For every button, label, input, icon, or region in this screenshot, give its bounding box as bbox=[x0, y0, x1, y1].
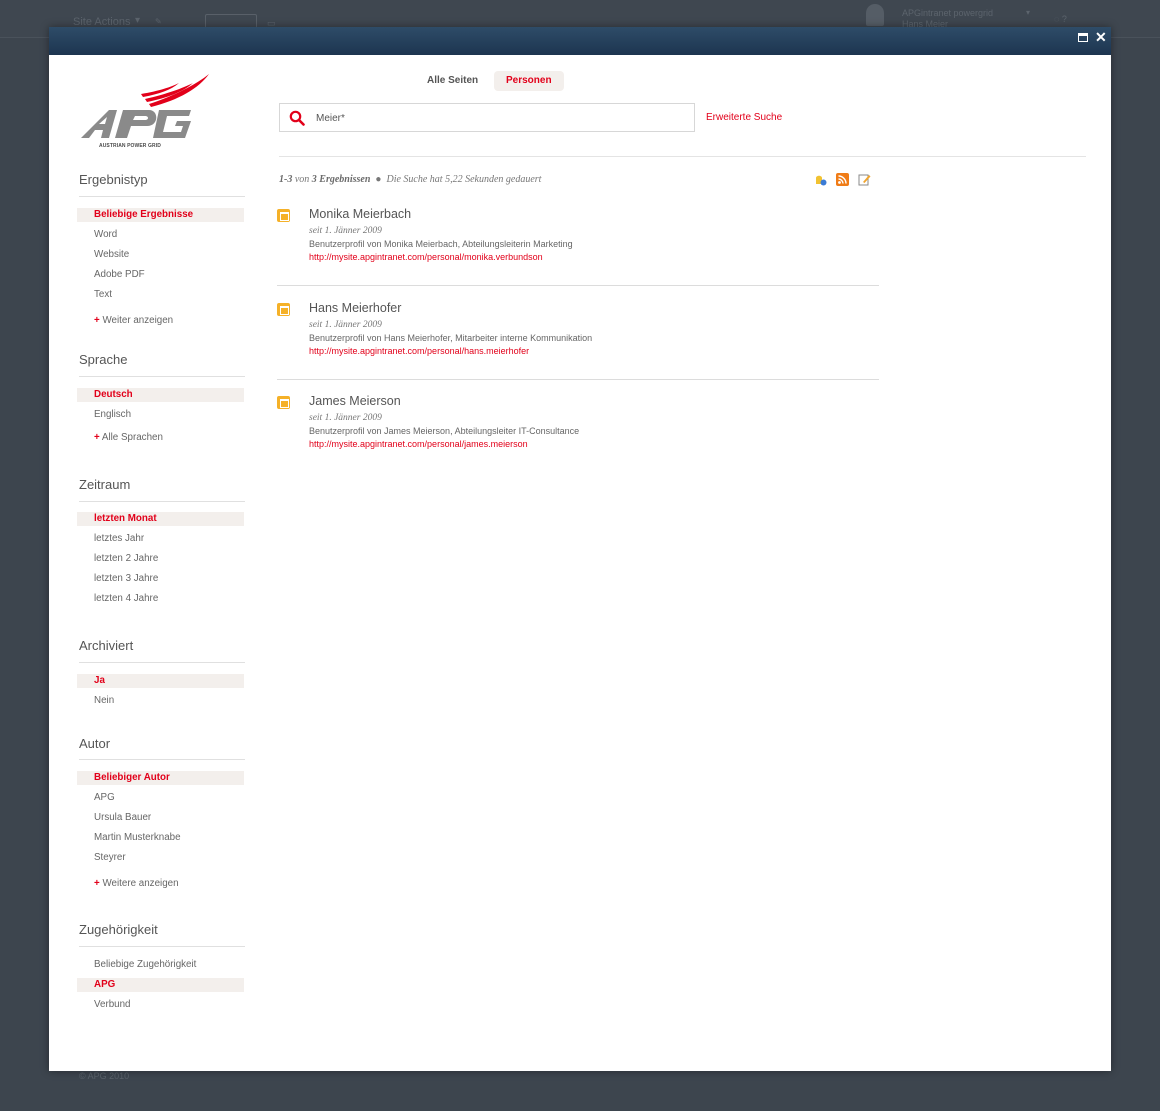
results-summary: 1-3 von 3 Ergebnissen ● Die Suche hat 5,… bbox=[279, 174, 541, 185]
result-url[interactable]: http://mysite.apgintranet.com/personal/h… bbox=[309, 346, 529, 356]
avatar bbox=[866, 4, 884, 26]
filter-item[interactable]: Deutsch bbox=[77, 388, 244, 402]
maximize-icon[interactable] bbox=[1078, 33, 1088, 42]
filter-item[interactable]: Adobe PDF bbox=[77, 268, 244, 282]
edit-icon: ✎ bbox=[155, 17, 162, 26]
divider bbox=[79, 662, 245, 663]
search-duration: Die Suche hat 5,22 Sekunden gedauert bbox=[386, 174, 542, 185]
show-more-label: Weiter anzeigen bbox=[102, 315, 174, 326]
divider bbox=[277, 379, 879, 380]
divider bbox=[79, 759, 245, 760]
result-title[interactable]: James Meierson bbox=[309, 394, 401, 408]
show-more-link[interactable]: + Alle Sprachen bbox=[94, 432, 163, 443]
advanced-search-link[interactable]: Erweiterte Suche bbox=[706, 112, 782, 123]
filter-item[interactable]: Beliebige Ergebnisse bbox=[77, 208, 244, 222]
edit-icon[interactable] bbox=[858, 173, 871, 186]
results-of: von bbox=[294, 174, 310, 185]
filter-item[interactable]: APG bbox=[77, 978, 244, 992]
search-box bbox=[279, 103, 695, 132]
filter-item[interactable]: letzten Monat bbox=[77, 512, 244, 526]
result-description: Benutzerprofil von Monika Meierbach, Abt… bbox=[309, 239, 573, 249]
filter-heading-result-type: Ergebnistyp bbox=[79, 172, 148, 187]
divider bbox=[279, 156, 1086, 157]
search-result: James Meierson seit 1. Jänner 2009 Benut… bbox=[277, 394, 879, 464]
filter-heading-archived: Archiviert bbox=[79, 638, 134, 653]
result-url[interactable]: http://mysite.apgintranet.com/personal/m… bbox=[309, 252, 543, 262]
logo-subtitle: AUSTRIAN POWER GRID bbox=[99, 143, 161, 149]
filter-item[interactable]: Word bbox=[77, 228, 244, 242]
filter-item[interactable]: Englisch bbox=[77, 408, 244, 422]
bullet-separator: ● bbox=[372, 174, 384, 185]
filter-item[interactable]: letzten 4 Jahre bbox=[77, 592, 244, 606]
search-result: Monika Meierbach seit 1. Jänner 2009 Ben… bbox=[277, 207, 879, 287]
person-icon bbox=[277, 396, 290, 409]
filter-item[interactable]: APG bbox=[77, 791, 244, 805]
filter-item[interactable]: Martin Musterknabe bbox=[77, 831, 244, 845]
search-icon[interactable] bbox=[289, 110, 305, 126]
tab-all-pages[interactable]: Alle Seiten bbox=[415, 71, 490, 91]
show-more-link[interactable]: + Weiter anzeigen bbox=[94, 315, 173, 326]
person-icon bbox=[277, 209, 290, 222]
filter-item[interactable]: letztes Jahr bbox=[77, 532, 244, 546]
filter-item[interactable]: letzten 3 Jahre bbox=[77, 572, 244, 586]
filter-heading-affiliation: Zugehörigkeit bbox=[79, 922, 158, 937]
result-date: seit 1. Jänner 2009 bbox=[309, 226, 382, 236]
filter-item[interactable]: Text bbox=[77, 288, 244, 302]
footer-copyright: © APG 2010 bbox=[79, 1071, 130, 1081]
result-url[interactable]: http://mysite.apgintranet.com/personal/j… bbox=[309, 439, 528, 449]
help-icon: ◌ ? bbox=[1054, 14, 1067, 24]
show-more-label: Weitere anzeigen bbox=[102, 878, 179, 889]
filter-item[interactable]: Beliebige Zugehörigkeit bbox=[77, 958, 244, 972]
divider bbox=[79, 376, 245, 377]
site-name: APGintranet powergrid bbox=[902, 8, 994, 18]
apg-logo bbox=[81, 74, 209, 138]
divider bbox=[79, 501, 245, 502]
show-more-label: Alle Sprachen bbox=[101, 432, 163, 443]
filter-heading-author: Autor bbox=[79, 736, 111, 751]
filter-item[interactable]: Ja bbox=[77, 674, 244, 688]
filter-item[interactable]: Nein bbox=[77, 694, 244, 708]
search-input[interactable] bbox=[316, 111, 676, 125]
filter-heading-period: Zeitraum bbox=[79, 477, 131, 492]
search-result: Hans Meierhofer seit 1. Jänner 2009 Benu… bbox=[277, 301, 879, 381]
result-date: seit 1. Jänner 2009 bbox=[309, 413, 382, 423]
filter-item[interactable]: Ursula Bauer bbox=[77, 811, 244, 825]
chevron-down-icon: ▾ bbox=[135, 15, 141, 26]
plus-icon: + bbox=[94, 315, 100, 326]
result-title[interactable]: Hans Meierhofer bbox=[309, 301, 401, 315]
filter-heading-language: Sprache bbox=[79, 352, 128, 367]
divider bbox=[79, 196, 245, 197]
filter-item[interactable]: Website bbox=[77, 248, 244, 262]
result-description: Benutzerprofil von Hans Meierhofer, Mita… bbox=[309, 333, 593, 343]
plus-icon: + bbox=[94, 878, 100, 889]
results-count: 3 Ergebnissen bbox=[311, 174, 371, 185]
show-more-link[interactable]: + Weitere anzeigen bbox=[94, 878, 179, 889]
search-dialog: ✕ AUSTRIAN POWER GRID Alle Seiten Person… bbox=[49, 27, 1111, 1071]
close-icon[interactable]: ✕ bbox=[1095, 29, 1107, 45]
filter-item[interactable]: letzten 2 Jahre bbox=[77, 552, 244, 566]
dialog-title-bar: ✕ bbox=[49, 27, 1111, 55]
result-title[interactable]: Monika Meierbach bbox=[309, 207, 411, 221]
divider bbox=[277, 285, 879, 286]
plus-icon: + bbox=[94, 432, 100, 443]
result-description: Benutzerprofil von James Meierson, Abtei… bbox=[309, 426, 580, 436]
filter-item[interactable]: Steyrer bbox=[77, 851, 244, 865]
result-date: seit 1. Jänner 2009 bbox=[309, 320, 382, 330]
person-icon bbox=[277, 303, 290, 316]
divider bbox=[79, 946, 245, 947]
alert-me-icon[interactable] bbox=[814, 173, 827, 186]
filter-item[interactable]: Verbund bbox=[77, 998, 244, 1012]
rss-icon[interactable] bbox=[836, 173, 849, 186]
chevron-down-icon: ▾ bbox=[1026, 8, 1031, 17]
filter-item[interactable]: Beliebiger Autor bbox=[77, 771, 244, 785]
results-range: 1-3 bbox=[279, 174, 293, 185]
tab-persons[interactable]: Personen bbox=[494, 71, 564, 91]
